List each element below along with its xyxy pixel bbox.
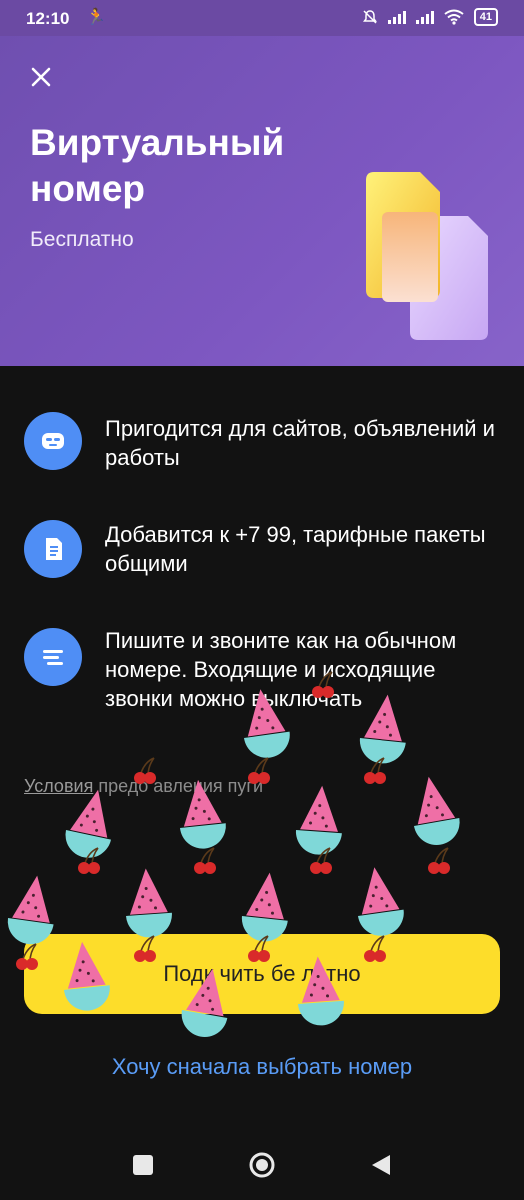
- feature-text: Пригодится для сайтов, объявлений и рабо…: [105, 416, 495, 470]
- cherry-sticker: [193, 847, 217, 875]
- page-subtitle: Бесплатно: [30, 228, 134, 251]
- close-button[interactable]: [24, 60, 58, 94]
- feature-text: Пишите и звоните как на обычном номере. …: [105, 628, 457, 711]
- terms-rest-text: предо авления пуги: [98, 776, 263, 796]
- watermelon-sticker: [351, 864, 407, 939]
- close-icon: [31, 67, 51, 87]
- cherry-sticker: [427, 847, 451, 875]
- mask-icon: [24, 412, 82, 470]
- watermelon-sticker: [294, 784, 346, 857]
- running-person-icon: 🏃: [86, 9, 106, 26]
- cherry-sticker: [77, 847, 101, 875]
- cherry-sticker: [363, 757, 387, 785]
- page-title: Виртуальный номер: [30, 122, 285, 209]
- system-nav-bar: [0, 1130, 524, 1200]
- back-icon[interactable]: [368, 1152, 394, 1178]
- watermelon-sticker: [239, 870, 293, 944]
- chat-lines-icon: [24, 628, 82, 686]
- sim-card-icon: [24, 520, 82, 578]
- hero-banner: Виртуальный номер Бесплатно: [0, 36, 524, 366]
- battery-icon: 41: [473, 8, 498, 26]
- signal-icon-2: [415, 10, 434, 24]
- recent-apps-icon[interactable]: [130, 1152, 156, 1178]
- status-time: 12:10: [26, 9, 70, 28]
- home-icon[interactable]: [248, 1151, 276, 1179]
- sim-cards-illustration: [366, 172, 488, 340]
- status-bar: 12:10 🏃 41: [0, 0, 524, 36]
- wifi-icon: [444, 9, 464, 25]
- signal-icon-1: [387, 10, 406, 24]
- feature-text: Добавится к +7 99, тарифные пакеты общим…: [105, 522, 486, 576]
- status-icons: 41: [362, 8, 498, 26]
- terms-line: Условия предо авления пуги: [24, 776, 263, 797]
- choose-number-link[interactable]: Хочу сначала выбрать номер: [0, 1054, 524, 1080]
- watermelon-sticker: [122, 866, 174, 939]
- terms-link[interactable]: Условия: [24, 776, 93, 796]
- connect-free-button[interactable]: Подк чить бе латно: [24, 934, 500, 1014]
- watermelon-sticker: [406, 772, 464, 849]
- cherry-sticker: [309, 847, 333, 875]
- bell-muted-icon: [362, 10, 377, 24]
